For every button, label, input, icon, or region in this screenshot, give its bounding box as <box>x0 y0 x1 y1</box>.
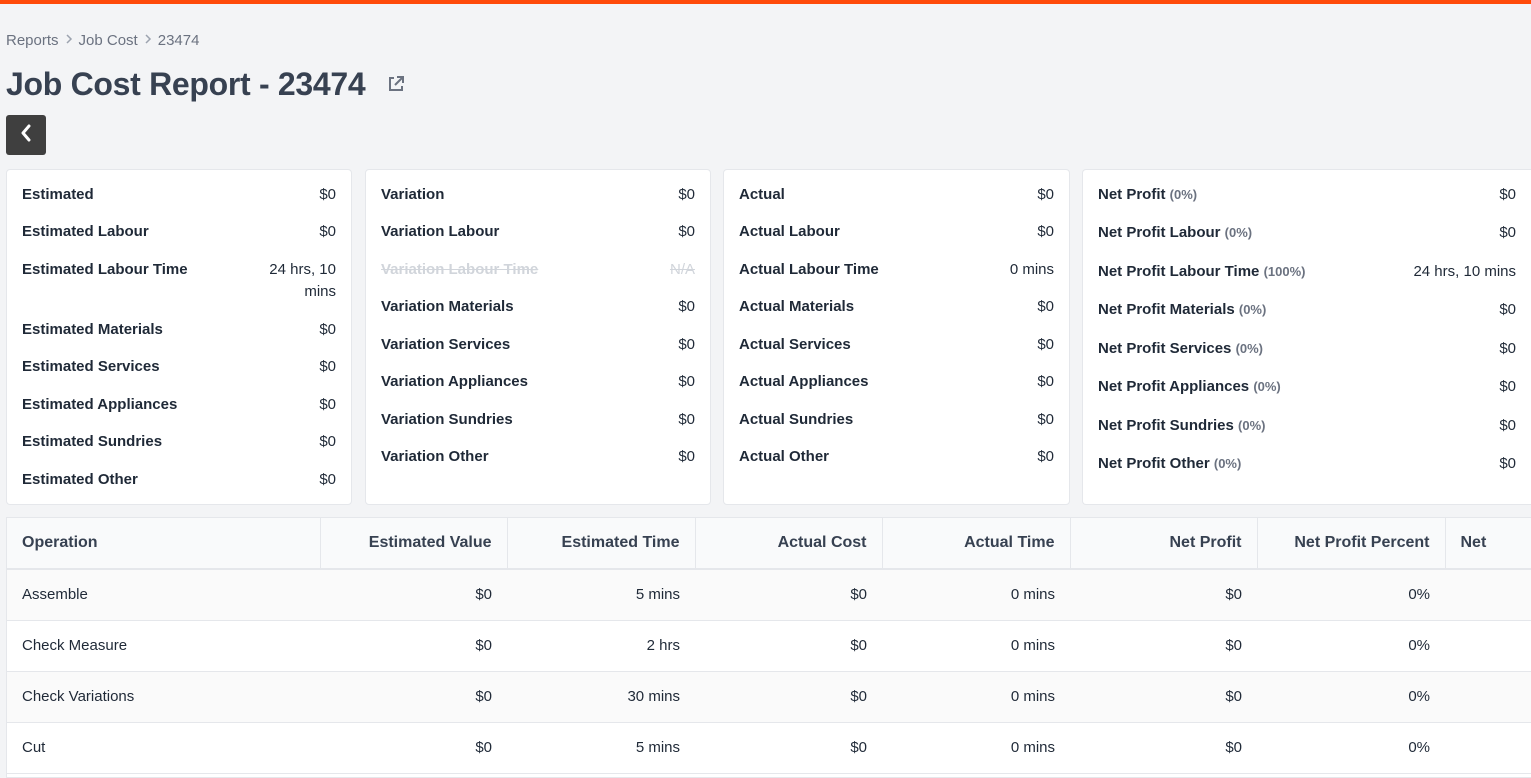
table-row: Check Variations $0 30 mins $0 0 mins $0… <box>7 671 1531 723</box>
breadcrumb-reports[interactable]: Reports <box>6 32 59 49</box>
cell-net <box>1445 722 1531 774</box>
cell-actual-cost: $0 <box>695 569 882 621</box>
estimated-other-row: Estimated Other $0 <box>22 471 336 488</box>
estimated-labour-row: Estimated Labour $0 <box>22 223 336 240</box>
estimated-services-row: Estimated Services $0 <box>22 358 336 375</box>
column-header-net-profit-percent[interactable]: Net Profit Percent <box>1257 518 1446 570</box>
variation-labour-time-row: Variation Labour Time N/A <box>381 261 695 278</box>
cell-actual-time: 0 mins <box>882 671 1070 723</box>
estimated-labour-time-row: Estimated Labour Time 24 hrs, 10 mins <box>22 261 336 300</box>
cell-net-profit: $0 <box>1070 569 1257 621</box>
variation-row: Variation $0 <box>381 186 695 203</box>
breadcrumb-current: 23474 <box>157 31 200 49</box>
column-header-net-profit[interactable]: Net Profit <box>1070 518 1258 570</box>
cell-actual-time: 0 mins <box>882 569 1070 621</box>
cell-operation: Check Measure <box>7 620 320 672</box>
back-button[interactable] <box>6 115 46 155</box>
cell-operation: Check Variations <box>7 671 320 723</box>
net-profit-appliances-row: Net Profit Appliances (0%) $0 <box>1098 378 1516 395</box>
table-row: Cut $0 5 mins $0 0 mins $0 0% <box>7 722 1531 774</box>
variation-appliances-row: Variation Appliances $0 <box>381 373 695 390</box>
chevron-right-icon <box>141 33 155 47</box>
variation-materials-row: Variation Materials $0 <box>381 298 695 315</box>
net-profit-card: Net Profit (0%) $0 Net Profit Labour (0%)… <box>1082 169 1531 505</box>
actual-labour-time-row: Actual Labour Time 0 mins <box>739 261 1054 278</box>
cell-net-profit-percent: 0% <box>1257 569 1445 621</box>
estimated-sundries-row: Estimated Sundries $0 <box>22 433 336 450</box>
cell-net-profit-percent: 0% <box>1257 620 1445 672</box>
net-profit-labour-time-row: Net Profit Labour Time (100%) 24 hrs, 10 … <box>1098 263 1516 280</box>
estimated-materials-row: Estimated Materials $0 <box>22 321 336 338</box>
table-header-row: Operation Estimated Value Estimated Time… <box>7 518 1531 570</box>
actual-sundries-row: Actual Sundries $0 <box>739 411 1054 428</box>
cell-estimated-time: 30 mins <box>507 671 695 723</box>
cell-estimated-value: $0 <box>320 671 507 723</box>
actual-labour-row: Actual Labour $0 <box>739 223 1054 240</box>
cell-actual-cost: $0 <box>695 620 882 672</box>
cell-net <box>1445 620 1531 672</box>
column-header-actual-cost[interactable]: Actual Cost <box>695 518 883 570</box>
actual-materials-row: Actual Materials $0 <box>739 298 1054 315</box>
cell-actual-time: 0 mins <box>882 620 1070 672</box>
table-row: Assemble $0 5 mins $0 0 mins $0 0% <box>7 569 1531 621</box>
variation-services-row: Variation Services $0 <box>381 336 695 353</box>
variation-other-row: Variation Other $0 <box>381 448 695 465</box>
title-row: Job Cost Report - 23474 <box>6 64 407 104</box>
cell-estimated-time: 5 mins <box>507 722 695 774</box>
accent-bar <box>0 0 1531 4</box>
cell-operation: Cut <box>7 722 320 774</box>
cell-actual-time: 0 mins <box>882 722 1070 774</box>
cell-net-profit: $0 <box>1070 620 1257 672</box>
page-title: Job Cost Report - 23474 <box>6 65 366 102</box>
variation-labour-row: Variation Labour $0 <box>381 223 695 240</box>
column-header-actual-time[interactable]: Actual Time <box>882 518 1071 570</box>
actual-services-row: Actual Services $0 <box>739 336 1054 353</box>
cell-estimated-value: $0 <box>320 569 507 621</box>
operations-table: Operation Estimated Value Estimated Time… <box>7 518 1531 774</box>
variation-card: Variation $0 Variation Labour $0 Variation… <box>365 169 711 505</box>
actual-appliances-row: Actual Appliances $0 <box>739 373 1054 390</box>
net-profit-other-row: Net Profit Other (0%) $0 <box>1098 455 1516 472</box>
chevron-right-icon <box>62 33 76 47</box>
estimated-card: Estimated $0 Estimated Labour $0 Estimated… <box>6 169 352 505</box>
column-header-estimated-value[interactable]: Estimated Value <box>320 518 508 570</box>
net-profit-labour-row: Net Profit Labour (0%) $0 <box>1098 224 1516 241</box>
cell-estimated-value: $0 <box>320 722 507 774</box>
column-header-net[interactable]: Net <box>1445 518 1531 570</box>
external-link-icon[interactable] <box>385 73 407 95</box>
cell-net-profit-percent: 0% <box>1257 671 1445 723</box>
breadcrumb: Reports Job Cost 23474 <box>6 31 199 49</box>
estimated-appliances-row: Estimated Appliances $0 <box>22 396 336 413</box>
cell-estimated-time: 5 mins <box>507 569 695 621</box>
cell-net-profit: $0 <box>1070 671 1257 723</box>
chevron-left-icon <box>19 124 33 147</box>
net-profit-materials-row: Net Profit Materials (0%) $0 <box>1098 301 1516 318</box>
column-header-estimated-time[interactable]: Estimated Time <box>507 518 696 570</box>
variation-sundries-row: Variation Sundries $0 <box>381 411 695 428</box>
cell-operation: Assemble <box>7 569 320 621</box>
column-header-operation[interactable]: Operation <box>7 518 321 570</box>
cell-actual-cost: $0 <box>695 722 882 774</box>
actual-other-row: Actual Other $0 <box>739 448 1054 465</box>
cell-actual-cost: $0 <box>695 671 882 723</box>
net-profit-services-row: Net Profit Services (0%) $0 <box>1098 340 1516 357</box>
net-profit-sundries-row: Net Profit Sundries (0%) $0 <box>1098 417 1516 434</box>
breadcrumb-job-cost[interactable]: Job Cost <box>79 32 138 49</box>
cell-net <box>1445 671 1531 723</box>
table-row: Check Measure $0 2 hrs $0 0 mins $0 0% <box>7 620 1531 672</box>
cell-net-profit-percent: 0% <box>1257 722 1445 774</box>
cell-net <box>1445 569 1531 621</box>
estimated-row: Estimated $0 <box>22 186 336 203</box>
operations-table-container[interactable]: Operation Estimated Value Estimated Time… <box>6 517 1531 778</box>
net-profit-row: Net Profit (0%) $0 <box>1098 186 1516 203</box>
cell-estimated-value: $0 <box>320 620 507 672</box>
actual-row: Actual $0 <box>739 186 1054 203</box>
cell-net-profit: $0 <box>1070 722 1257 774</box>
cell-estimated-time: 2 hrs <box>507 620 695 672</box>
actual-card: Actual $0 Actual Labour $0 Actual Labour T… <box>723 169 1070 505</box>
